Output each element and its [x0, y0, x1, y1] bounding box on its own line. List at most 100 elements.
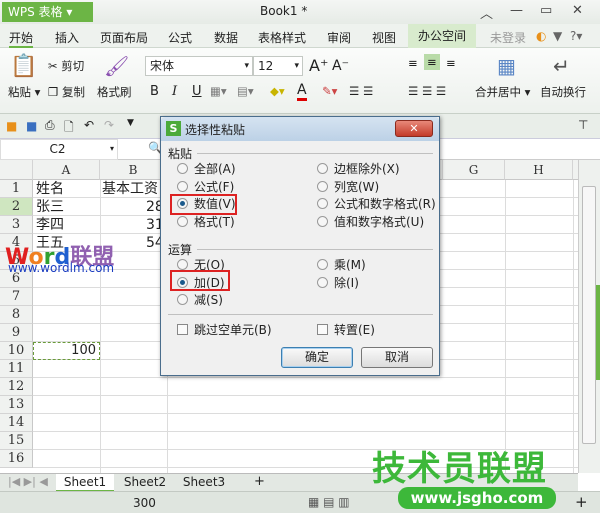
row-header-14[interactable]: 14 [0, 414, 33, 432]
operation-radio-3[interactable]: 乘(M) [317, 256, 366, 273]
cell-a1[interactable]: 姓名 [36, 180, 64, 198]
column-header-g[interactable]: G [443, 160, 505, 180]
row-header-15[interactable]: 15 [0, 432, 33, 450]
print-icon[interactable]: ⎙ [45, 118, 55, 133]
sheet-tab-3[interactable]: Sheet3 [175, 474, 233, 492]
paste-radio-6[interactable]: 公式和数字格式(R) [317, 195, 436, 212]
add-sheet-icon[interactable]: + [254, 474, 265, 489]
paste-radio-1[interactable]: 公式(F) [177, 178, 234, 195]
cell-a3[interactable]: 李四 [36, 216, 64, 234]
operation-radio-2[interactable]: 减(S) [177, 291, 223, 308]
row-header-16[interactable]: 16 [0, 450, 33, 468]
merge-center-button[interactable]: 合并居中 ▾ [475, 84, 530, 100]
clear-format-icon[interactable]: ✎▾ [322, 84, 337, 98]
collapse-ribbon-icon[interactable]: ︿ [480, 3, 493, 22]
sheet-tab-1[interactable]: Sheet1 [56, 474, 114, 492]
font-name-select[interactable]: 宋体 ▾ [145, 56, 253, 76]
font-size-select[interactable]: 12 ▾ [253, 56, 303, 76]
align-top-icon[interactable]: ≡ [408, 56, 418, 70]
decrease-font-icon[interactable]: A⁻ [332, 58, 349, 74]
underline-button[interactable]: U [192, 84, 202, 99]
tab-page-layout[interactable]: 页面布局 [100, 29, 148, 46]
tab-review[interactable]: 审阅 [327, 29, 351, 46]
italic-button[interactable]: I [172, 84, 177, 99]
save-icon[interactable]: ■ [26, 119, 37, 133]
tab-formulas[interactable]: 公式 [168, 29, 192, 46]
row-header-10[interactable]: 10 [0, 342, 33, 360]
column-header-h[interactable]: H [505, 160, 573, 180]
paste-radio-4[interactable]: 边框除外(X) [317, 160, 400, 177]
row-header-9[interactable]: 9 [0, 324, 33, 342]
dialog-title-bar[interactable]: S 选择性粘贴 ✕ [161, 117, 439, 141]
column-header-a[interactable]: A [33, 160, 100, 180]
scrollbar-thumb[interactable] [582, 186, 596, 444]
paste-icon[interactable]: 📋 [10, 54, 37, 79]
maximize-icon[interactable]: ▭ [540, 3, 552, 18]
shirt-icon[interactable]: ▼ [553, 29, 562, 43]
cell-a2[interactable]: 张三 [36, 198, 64, 216]
cancel-button[interactable]: 取消 [361, 347, 433, 368]
zoom-in-icon[interactable]: + [575, 493, 588, 511]
sheet-tab-2[interactable]: Sheet2 [116, 474, 174, 492]
align-middle-icon[interactable]: ≡ [424, 54, 440, 70]
border-icon[interactable]: ▦▾ [210, 84, 227, 98]
minimize-icon[interactable]: — [510, 3, 523, 18]
align-bottom-icon[interactable]: ≡ [446, 56, 456, 70]
indent-icons[interactable]: ☰ ☰ [349, 84, 373, 98]
transpose-checkbox[interactable]: 转置(E) [317, 321, 375, 338]
skin-icon[interactable]: ◐ [536, 29, 546, 43]
cut-button[interactable]: ✂ 剪切 [48, 58, 84, 74]
row-header-1[interactable]: 1 [0, 180, 33, 198]
row-header-7[interactable]: 7 [0, 288, 33, 306]
name-box[interactable]: C2 ▾ [0, 139, 118, 160]
horizontal-align-icons[interactable]: ☰ ☰ ☰ [408, 84, 446, 98]
paste-radio-7[interactable]: 值和数字格式(U) [317, 213, 424, 230]
row-header-2[interactable]: 2 [0, 198, 33, 216]
format-painter-button[interactable]: 格式刷 [97, 84, 132, 100]
paste-radio-5[interactable]: 列宽(W) [317, 178, 379, 195]
fill-color-icon[interactable]: ◆▾ [270, 84, 285, 98]
close-icon[interactable]: ✕ [572, 3, 583, 18]
view-mode-icons[interactable]: ▦ ▤ ▥ [308, 495, 350, 509]
paste-button[interactable]: 粘贴 ▾ [8, 84, 40, 100]
tab-table-style[interactable]: 表格样式 [258, 29, 306, 46]
tab-home[interactable]: 开始 [9, 29, 34, 48]
cell-style-icon[interactable]: ▤▾ [237, 84, 254, 98]
increase-font-icon[interactable]: A⁺ [309, 56, 328, 75]
tab-insert[interactable]: 插入 [55, 29, 79, 46]
paste-radio-0[interactable]: 全部(A) [177, 160, 236, 177]
select-all-corner[interactable] [0, 160, 33, 180]
column-header-b[interactable]: B [100, 160, 167, 180]
redo-icon[interactable]: ↷ [104, 118, 114, 132]
tab-office-space[interactable]: 办公空间 [408, 24, 477, 48]
row-header-3[interactable]: 3 [0, 216, 33, 234]
operation-radio-4[interactable]: 除(I) [317, 274, 359, 291]
toolbar-options-icon[interactable]: ⊤ [578, 118, 588, 132]
skip-blanks-checkbox[interactable]: 跳过空单元(B) [177, 321, 272, 338]
customize-icon[interactable]: ▼ [127, 118, 134, 128]
login-link[interactable]: 未登录 [490, 29, 526, 46]
paste-radio-3[interactable]: 格式(T) [177, 213, 235, 230]
ok-button[interactable]: 确定 [281, 347, 353, 368]
bold-button[interactable]: B [150, 84, 159, 99]
open-icon[interactable]: ■ [6, 119, 17, 133]
row-header-12[interactable]: 12 [0, 378, 33, 396]
help-icon[interactable]: ?▾ [570, 29, 582, 43]
dialog-close-button[interactable]: ✕ [395, 120, 433, 137]
tab-data[interactable]: 数据 [214, 29, 238, 46]
print-preview-icon[interactable]: 🗋 [64, 118, 74, 139]
row-header-8[interactable]: 8 [0, 306, 33, 324]
row-header-13[interactable]: 13 [0, 396, 33, 414]
row-header-11[interactable]: 11 [0, 360, 33, 378]
undo-icon[interactable]: ↶ [84, 118, 94, 132]
wrap-text-button[interactable]: 自动换行 [540, 84, 586, 100]
side-panel-handle[interactable] [596, 285, 600, 380]
wps-menu-button[interactable]: WPS 表格 ▾ [2, 2, 93, 22]
sheet-nav-icons[interactable]: |◀ ▶| ◀ [8, 475, 48, 488]
cell-b1[interactable]: 基本工资 [102, 180, 167, 198]
cell-a10-copy-marquee[interactable]: 100 [33, 342, 100, 360]
copy-button[interactable]: ❐ 复制 [48, 84, 85, 100]
tab-view[interactable]: 视图 [372, 29, 396, 46]
font-color-icon[interactable]: A [297, 82, 307, 101]
vertical-scrollbar[interactable] [578, 160, 600, 473]
